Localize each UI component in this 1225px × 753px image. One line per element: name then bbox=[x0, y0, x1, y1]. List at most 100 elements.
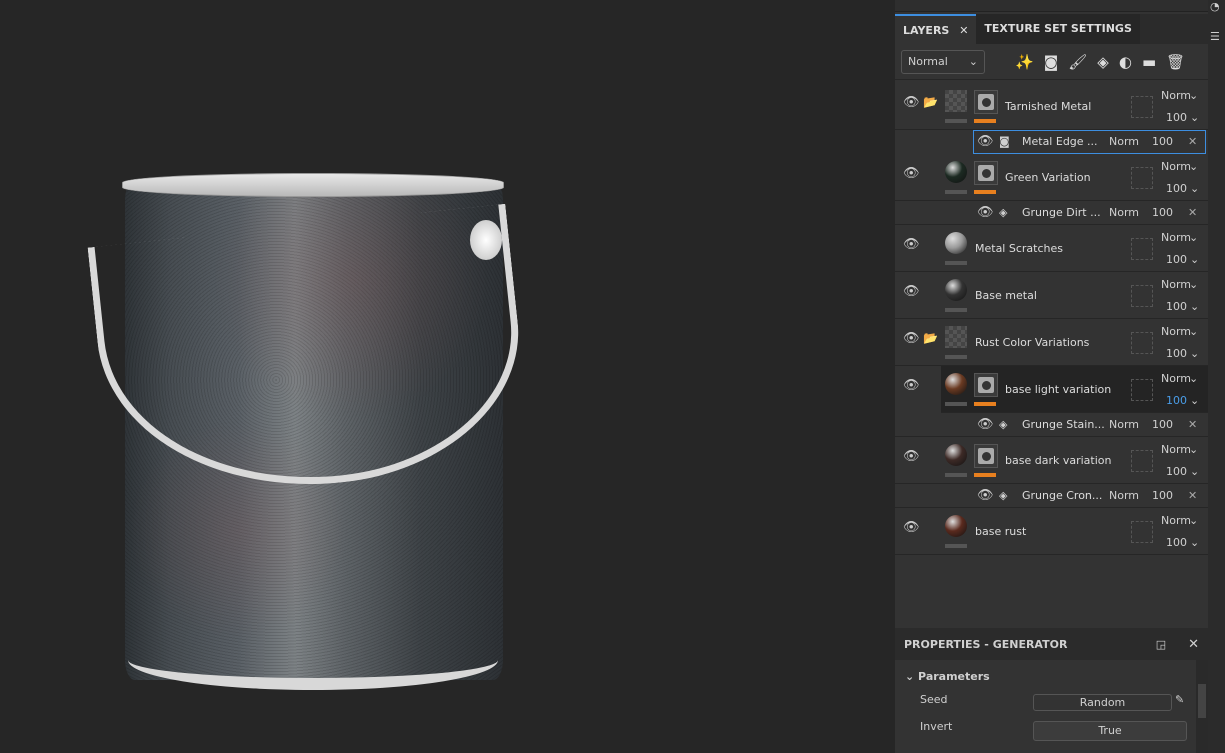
mask-bar bbox=[974, 473, 996, 477]
layer-thumbnail bbox=[945, 373, 967, 395]
sublayer-row[interactable]: 👁 ◈ Grunge Dirt ... Norm 100 ✕ bbox=[895, 201, 1208, 225]
blend-mode-select[interactable]: Norm bbox=[1161, 160, 1191, 173]
close-icon[interactable]: ✕ bbox=[1188, 206, 1197, 219]
tab-texture-set-settings[interactable]: TEXTURE SET SETTINGS bbox=[976, 14, 1140, 44]
eye-icon[interactable]: 👁 bbox=[977, 488, 994, 503]
eye-icon[interactable]: 👁 bbox=[903, 378, 920, 393]
add-effect-icon[interactable]: ◐ bbox=[1119, 53, 1132, 71]
close-icon[interactable]: ✕ bbox=[1188, 489, 1197, 502]
opacity-value[interactable]: 100 bbox=[1166, 465, 1187, 478]
close-icon[interactable]: ✕ bbox=[959, 24, 968, 37]
seed-random-button[interactable]: Random bbox=[1033, 694, 1172, 711]
eye-icon[interactable]: 👁 bbox=[903, 331, 920, 346]
mask-thumbnail[interactable] bbox=[974, 161, 998, 185]
eye-icon[interactable]: 👁 bbox=[903, 166, 920, 181]
blend-mode-select[interactable]: Normal ⌄ bbox=[901, 49, 985, 74]
parameters-section[interactable]: ⌄ Parameters bbox=[905, 670, 990, 683]
eye-icon[interactable]: 👁 bbox=[977, 134, 994, 149]
blend-mode-select[interactable]: Norm bbox=[1161, 372, 1191, 385]
layer-row[interactable]: 👁 Green Variation Norm ⌄ 100 ⌄ bbox=[895, 154, 1208, 201]
sublayer-row[interactable]: 👁 ◈ Grunge Stain... Norm 100 ✕ bbox=[895, 413, 1208, 437]
chevron-down-icon: ⌄ bbox=[1189, 160, 1199, 173]
pencil-icon[interactable]: ✎ bbox=[1175, 693, 1184, 706]
sublayer-row[interactable]: 👁 ◈ Grunge Cron... Norm 100 ✕ bbox=[895, 484, 1208, 508]
layer-row[interactable]: 👁 Metal Scratches Norm ⌄ 100 ⌄ bbox=[895, 225, 1208, 272]
close-icon[interactable]: ✕ bbox=[1188, 418, 1197, 431]
scrollbar[interactable] bbox=[1196, 660, 1208, 753]
opacity-value[interactable]: 100 bbox=[1152, 418, 1173, 431]
effect-name[interactable]: Metal Edge ... bbox=[1022, 135, 1098, 148]
chevron-down-icon: ⌄ bbox=[1190, 465, 1200, 478]
layer-name[interactable]: Tarnished Metal bbox=[1005, 100, 1091, 113]
opacity-value[interactable]: 100 bbox=[1166, 111, 1187, 124]
layer-row[interactable]: 👁 📂 Tarnished Metal Norm ⌄ 100 ⌄ bbox=[895, 83, 1208, 130]
eye-icon[interactable]: 👁 bbox=[903, 520, 920, 535]
layer-name[interactable]: Base metal bbox=[975, 289, 1037, 302]
eye-icon[interactable]: 👁 bbox=[977, 417, 994, 432]
layer-name[interactable]: base dark variation bbox=[1005, 454, 1111, 467]
mask-thumbnail[interactable] bbox=[974, 373, 998, 397]
eye-icon[interactable]: 👁 bbox=[903, 284, 920, 299]
thumbnail-bar bbox=[945, 473, 967, 477]
opacity-value[interactable]: 100 bbox=[1152, 135, 1173, 148]
layer-thumbnail bbox=[945, 232, 967, 254]
layer-name[interactable]: Rust Color Variations bbox=[975, 336, 1089, 349]
blend-mode-select[interactable]: Norm bbox=[1109, 135, 1139, 148]
opacity-value[interactable]: 100 bbox=[1166, 182, 1187, 195]
effect-name[interactable]: Grunge Dirt ... bbox=[1022, 206, 1101, 219]
fill-layer-icon[interactable]: ◈ bbox=[1097, 53, 1109, 71]
folder-icon[interactable]: ▬ bbox=[1142, 53, 1156, 71]
log-icon[interactable]: ☰ bbox=[1210, 30, 1220, 43]
eye-icon[interactable]: 👁 bbox=[977, 205, 994, 220]
layer-row[interactable]: 👁 📂 Rust Color Variations Norm ⌄ 100 ⌄ bbox=[895, 319, 1208, 366]
3d-viewport[interactable] bbox=[0, 0, 895, 753]
eye-icon[interactable]: 👁 bbox=[903, 237, 920, 252]
float-icon[interactable]: ◲ bbox=[1156, 638, 1166, 651]
layer-name[interactable]: base light variation bbox=[1005, 383, 1111, 396]
magic-wand-icon[interactable]: ✨ bbox=[1015, 53, 1034, 71]
mask-thumbnail[interactable] bbox=[974, 90, 998, 114]
add-mask-icon[interactable]: ◙ bbox=[1044, 53, 1059, 71]
invert-toggle[interactable]: True bbox=[1033, 721, 1187, 741]
blend-mode-select[interactable]: Norm bbox=[1109, 418, 1139, 431]
layer-row[interactable]: 👁 Base metal Norm ⌄ 100 ⌄ bbox=[895, 272, 1208, 319]
close-icon[interactable]: ✕ bbox=[1188, 637, 1199, 652]
blend-mode-select[interactable]: Norm bbox=[1161, 89, 1191, 102]
opacity-value[interactable]: 100 bbox=[1166, 253, 1187, 266]
chevron-down-icon: ⌄ bbox=[1189, 325, 1199, 338]
layer-row[interactable]: 👁 base rust Norm ⌄ 100 ⌄ bbox=[895, 508, 1208, 555]
blend-mode-select[interactable]: Norm bbox=[1161, 443, 1191, 456]
opacity-value[interactable]: 100 bbox=[1152, 489, 1173, 502]
blend-mode-select[interactable]: Norm bbox=[1161, 278, 1191, 291]
seed-label: Seed bbox=[920, 693, 948, 706]
chevron-down-icon: ⌄ bbox=[1190, 300, 1200, 313]
blend-mode-select[interactable]: Norm bbox=[1161, 325, 1191, 338]
history-icon[interactable]: ◔ bbox=[1210, 0, 1220, 13]
layer-name[interactable]: Metal Scratches bbox=[975, 242, 1063, 255]
opacity-value[interactable]: 100 bbox=[1166, 300, 1187, 313]
mask-thumbnail[interactable] bbox=[974, 444, 998, 468]
paint-layer-icon[interactable]: 🖌 bbox=[1068, 53, 1087, 71]
opacity-value[interactable]: 100 bbox=[1166, 536, 1187, 549]
delete-icon[interactable]: 🗑 bbox=[1166, 53, 1185, 71]
blend-mode-select[interactable]: Norm bbox=[1109, 206, 1139, 219]
opacity-value[interactable]: 100 bbox=[1166, 394, 1187, 407]
close-icon[interactable]: ✕ bbox=[1188, 135, 1197, 148]
opacity-value[interactable]: 100 bbox=[1166, 347, 1187, 360]
chevron-down-icon: ⌄ bbox=[1189, 278, 1199, 291]
effect-name[interactable]: Grunge Cron... bbox=[1022, 489, 1102, 502]
chevron-down-icon: ⌄ bbox=[1189, 514, 1199, 527]
blend-mode-select[interactable]: Norm bbox=[1161, 514, 1191, 527]
layer-row[interactable]: 👁 base dark variation Norm ⌄ 100 ⌄ bbox=[895, 437, 1208, 484]
blend-mode-select[interactable]: Norm bbox=[1161, 231, 1191, 244]
blend-mode-select[interactable]: Norm bbox=[1109, 489, 1139, 502]
effect-name[interactable]: Grunge Stain... bbox=[1022, 418, 1105, 431]
layer-name[interactable]: Green Variation bbox=[1005, 171, 1091, 184]
sublayer-row[interactable]: 👁 ◙ Metal Edge ... Norm 100 ✕ bbox=[973, 130, 1206, 154]
layer-name[interactable]: base rust bbox=[975, 525, 1026, 538]
eye-icon[interactable]: 👁 bbox=[903, 95, 920, 110]
layer-row[interactable]: 👁 base light variation Norm ⌄ 100 ⌄ bbox=[903, 366, 1208, 413]
opacity-value[interactable]: 100 bbox=[1152, 206, 1173, 219]
tab-layers[interactable]: LAYERS ✕ bbox=[895, 14, 977, 44]
eye-icon[interactable]: 👁 bbox=[903, 449, 920, 464]
